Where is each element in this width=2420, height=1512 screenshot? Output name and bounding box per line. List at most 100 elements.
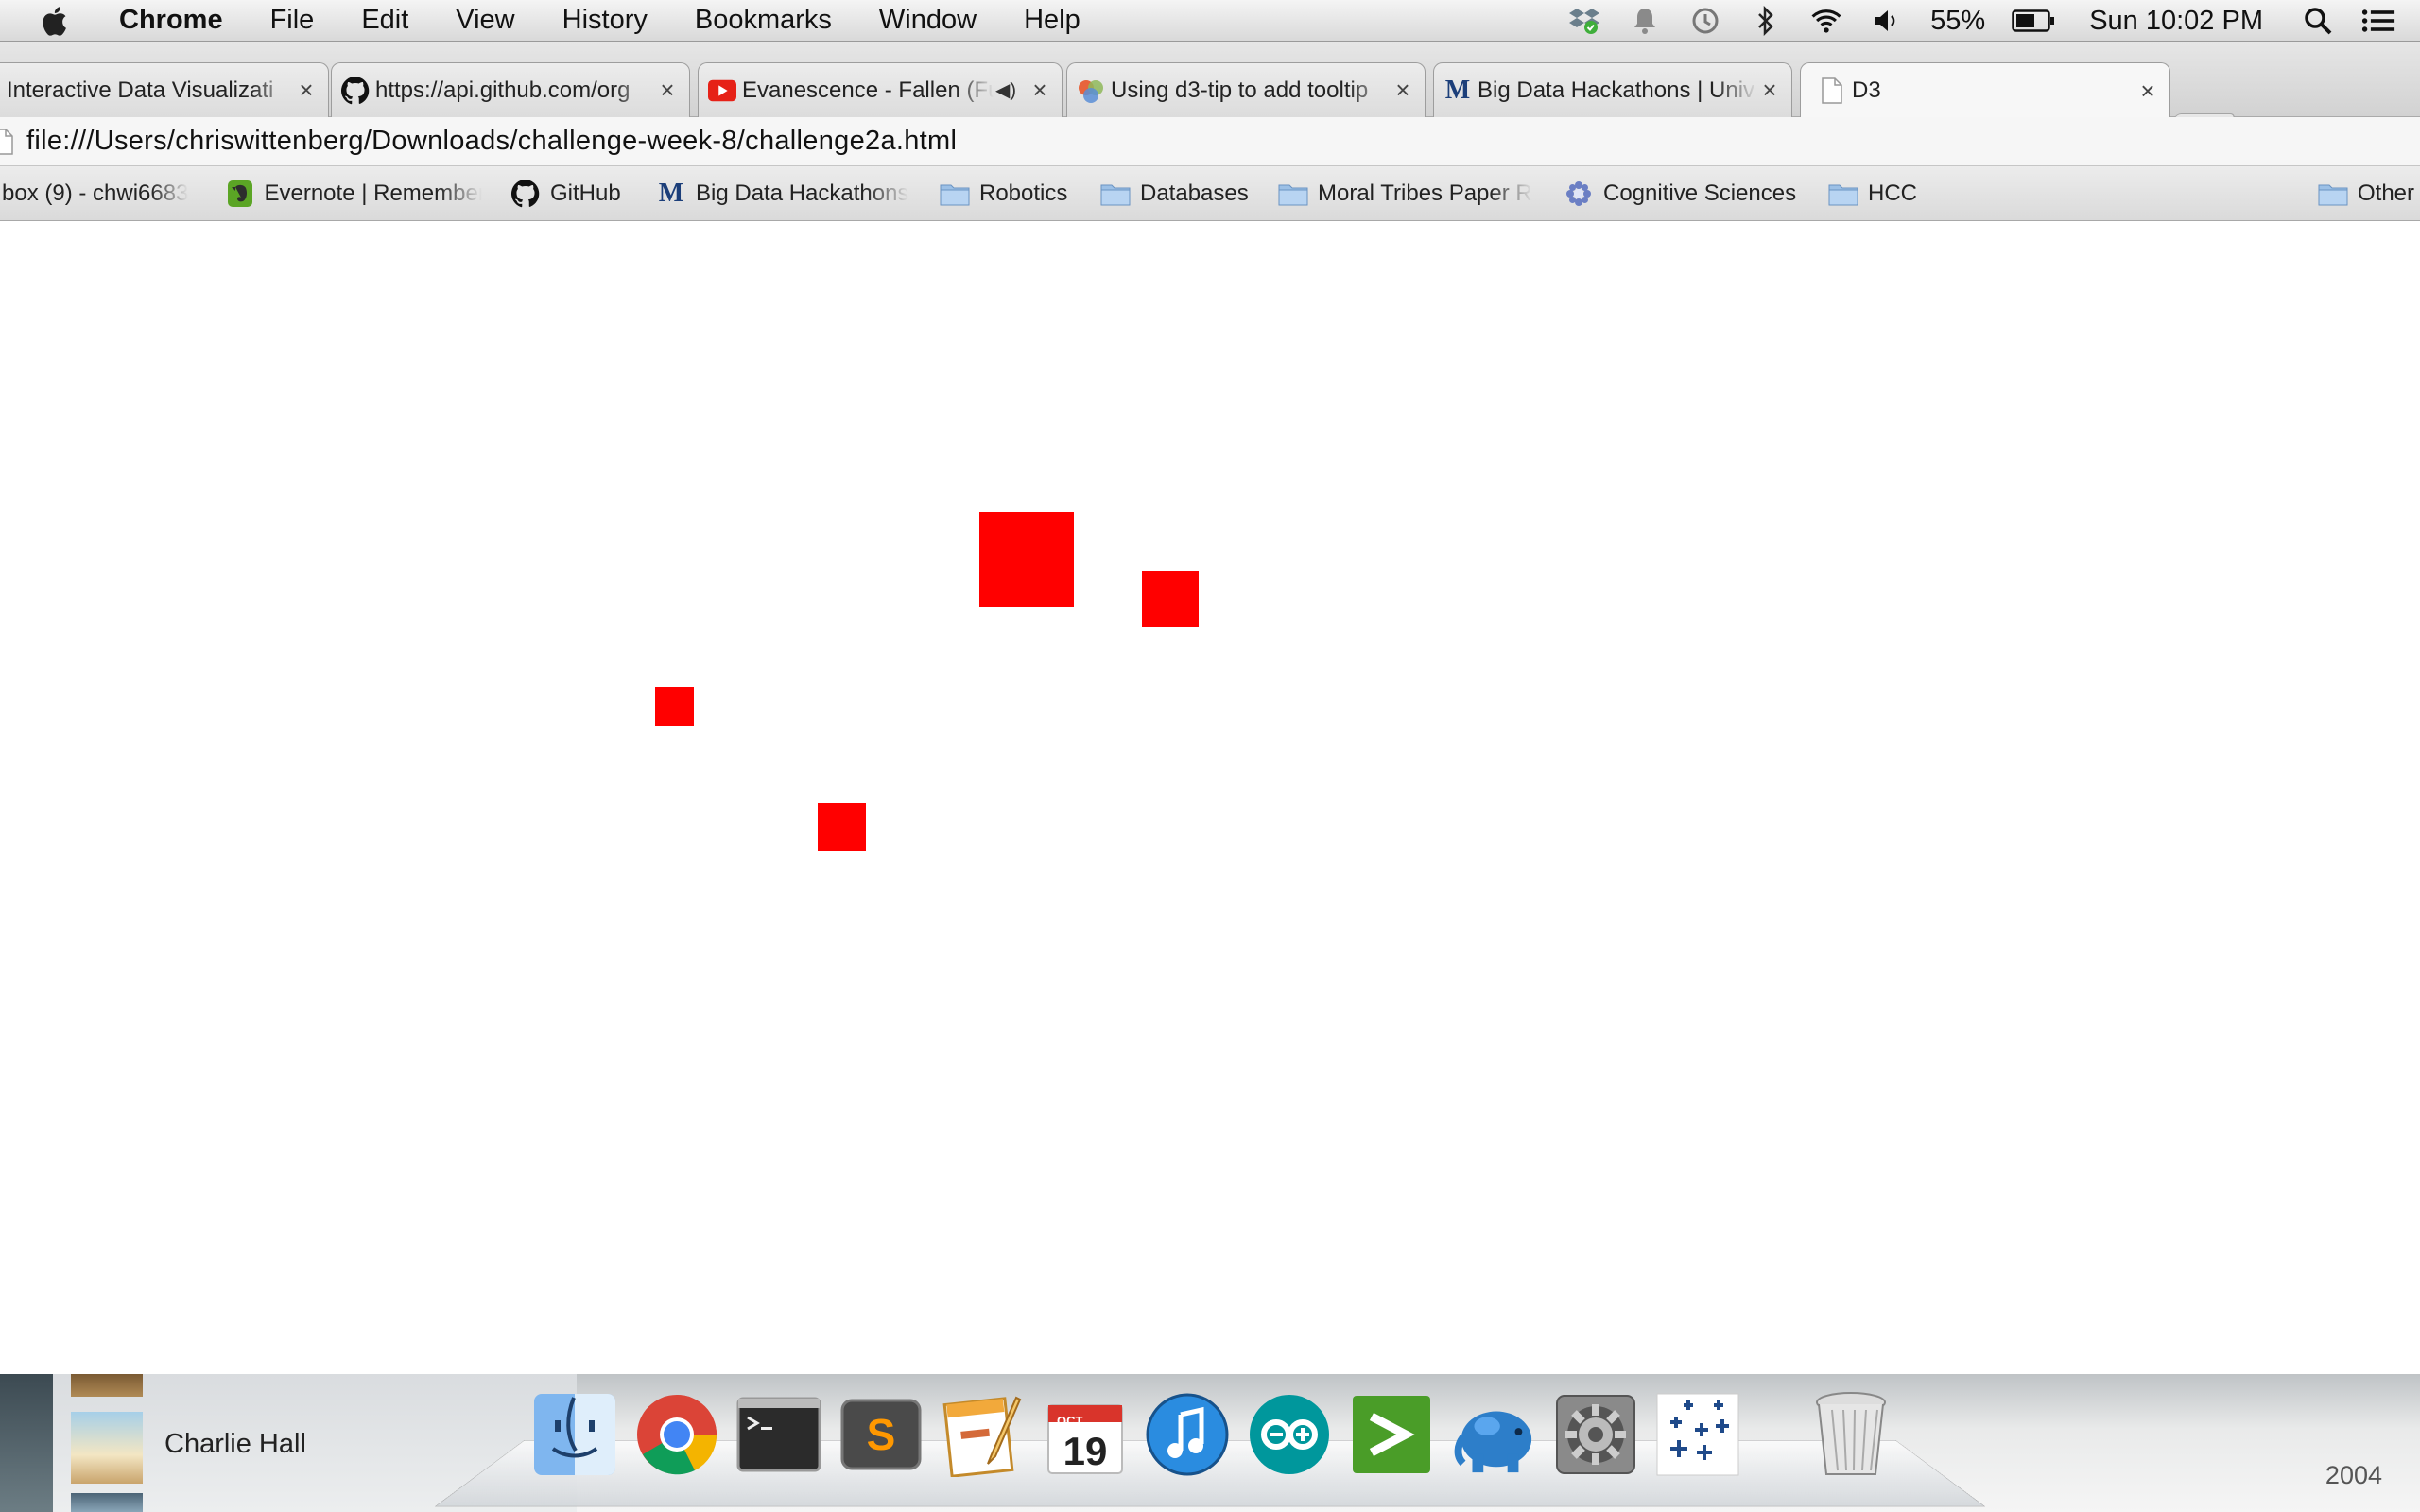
time-machine-icon[interactable] bbox=[1688, 4, 1722, 38]
bookmark-folder-databases[interactable]: Databases bbox=[1100, 166, 1249, 221]
tab-title: https://api.github.com/org bbox=[375, 77, 631, 103]
bookmark-cognitive-sciences[interactable]: Cognitive Sciences bbox=[1564, 166, 1796, 221]
battery-percent: 55% bbox=[1930, 5, 1986, 36]
bookmark-inbox[interactable]: box (9) - chwi6683 bbox=[2, 166, 197, 221]
bookmark-label: Cognitive Sciences bbox=[1603, 180, 1797, 206]
notification-center-icon[interactable] bbox=[2361, 4, 2395, 38]
bookmark-folder-moral-tribes[interactable]: Moral Tribes Paper R bbox=[1278, 166, 1537, 221]
folder-icon bbox=[1278, 180, 1308, 208]
tab-close-button[interactable]: × bbox=[1757, 76, 1782, 105]
bookmark-label: Big Data Hackathons bbox=[696, 180, 909, 206]
bookmark-github[interactable]: GitHub bbox=[510, 166, 621, 221]
battery-icon[interactable] bbox=[2012, 4, 2055, 38]
address-bar[interactable]: file:///Users/chriswittenberg/Downloads/… bbox=[0, 117, 2420, 166]
tab-evanescence-fallen[interactable]: Evanescence - Fallen (Fu ◀) × bbox=[698, 62, 1063, 117]
tab-title: Interactive Data Visualizati bbox=[7, 77, 274, 103]
tab-title: D3 bbox=[1852, 77, 1881, 103]
bookmark-label: Databases bbox=[1140, 180, 1249, 206]
tab-close-button[interactable]: × bbox=[655, 76, 680, 105]
menu-history[interactable]: History bbox=[539, 5, 671, 36]
menu-help[interactable]: Help bbox=[1000, 5, 1104, 36]
terminal-icon[interactable] bbox=[735, 1391, 822, 1478]
calendar-icon[interactable]: OCT 19 bbox=[1042, 1391, 1129, 1478]
dock-area: Charlie Hall S OCT 19 2004 bbox=[0, 1374, 2420, 1512]
folder-icon bbox=[1100, 180, 1131, 208]
page-icon bbox=[0, 128, 13, 155]
menu-view[interactable]: View bbox=[432, 5, 538, 36]
menu-file[interactable]: File bbox=[247, 5, 338, 36]
pages-icon[interactable] bbox=[940, 1391, 1027, 1478]
audio-playing-icon[interactable]: ◀) bbox=[994, 78, 1018, 102]
arduino-icon[interactable] bbox=[1246, 1391, 1333, 1478]
bookmark-label: Moral Tribes Paper R bbox=[1318, 180, 1532, 206]
tab-strip: Interactive Data Visualizati × https://a… bbox=[0, 42, 2420, 142]
tab-close-button[interactable]: × bbox=[294, 76, 319, 105]
bookmark-big-data-hackathons[interactable]: M Big Data Hackathons bbox=[656, 166, 913, 221]
calendar-month: OCT bbox=[1057, 1414, 1083, 1428]
prompt-icon[interactable] bbox=[1348, 1391, 1435, 1478]
sublime-text-icon[interactable]: S bbox=[838, 1391, 925, 1478]
sequel-pro-icon[interactable] bbox=[1450, 1391, 1537, 1478]
itunes-icon[interactable] bbox=[1144, 1391, 1231, 1478]
spotlight-icon[interactable] bbox=[2301, 4, 2335, 38]
tab-title: Evanescence - Fallen (Fu bbox=[742, 77, 994, 103]
finder-icon[interactable] bbox=[531, 1391, 618, 1478]
bookmark-folder-robotics[interactable]: Robotics bbox=[940, 166, 1067, 221]
menu-bar: Chrome File Edit View History Bookmarks … bbox=[0, 0, 2420, 42]
url-text[interactable]: file:///Users/chriswittenberg/Downloads/… bbox=[26, 126, 957, 157]
year-label: 2004 bbox=[2325, 1461, 2382, 1489]
volume-icon[interactable] bbox=[1870, 4, 1904, 38]
wifi-icon[interactable] bbox=[1809, 4, 1843, 38]
red-square bbox=[818, 803, 866, 851]
m-icon: M bbox=[1444, 75, 1471, 105]
bookmark-label: Robotics bbox=[979, 180, 1068, 206]
bookmark-label: Other bbox=[2358, 180, 2415, 206]
tab-d3[interactable]: D3 × bbox=[1800, 62, 2170, 118]
artist-name[interactable]: Charlie Hall bbox=[164, 1429, 306, 1460]
plus-grid-icon[interactable] bbox=[1654, 1391, 1741, 1478]
menu-bookmarks[interactable]: Bookmarks bbox=[671, 5, 856, 36]
notification-icon[interactable] bbox=[1628, 4, 1662, 38]
page-icon bbox=[1818, 77, 1846, 105]
m-icon: M bbox=[658, 179, 684, 208]
evernote-icon bbox=[225, 180, 254, 208]
d3-icon bbox=[1077, 77, 1105, 105]
bookmark-folder-other[interactable]: Other bbox=[2318, 166, 2414, 221]
tab-title: Big Data Hackathons | Univ bbox=[1478, 77, 1755, 103]
clock[interactable]: Sun 10:02 PM bbox=[2089, 6, 2263, 37]
trash-icon[interactable] bbox=[1807, 1391, 1894, 1478]
dropbox-icon[interactable] bbox=[1567, 4, 1601, 38]
tab-close-button[interactable]: × bbox=[2135, 77, 2160, 106]
github-icon bbox=[510, 180, 541, 208]
chrome-icon[interactable] bbox=[633, 1391, 720, 1478]
tab-close-button[interactable]: × bbox=[1391, 76, 1415, 105]
bookmark-evernote[interactable]: Evernote | Remember bbox=[225, 166, 482, 221]
red-square bbox=[979, 512, 1074, 607]
bookmark-folder-hcc[interactable]: HCC bbox=[1828, 166, 1917, 221]
tab-github-api[interactable]: https://api.github.com/org × bbox=[331, 62, 690, 117]
gear-flower-icon bbox=[1564, 180, 1594, 208]
tab-d3-tip-tooltips[interactable]: Using d3-tip to add tooltip × bbox=[1066, 62, 1426, 117]
bluetooth-icon[interactable] bbox=[1749, 4, 1783, 38]
tab-interactive-data-visualization[interactable]: Interactive Data Visualizati × bbox=[0, 62, 329, 117]
bookmark-label: GitHub bbox=[550, 180, 621, 206]
status-area: 55% Sun 10:02 PM bbox=[1554, 0, 2420, 42]
menu-app-chrome[interactable]: Chrome bbox=[102, 5, 247, 36]
red-square bbox=[1142, 571, 1199, 627]
menu-edit[interactable]: Edit bbox=[337, 5, 432, 36]
folder-icon bbox=[2318, 180, 2348, 208]
youtube-icon bbox=[708, 77, 736, 105]
album-art bbox=[71, 1374, 143, 1397]
github-icon bbox=[341, 76, 370, 105]
apple-logo-icon[interactable] bbox=[38, 3, 74, 39]
system-preferences-icon[interactable] bbox=[1552, 1391, 1639, 1478]
menu-window[interactable]: Window bbox=[856, 5, 1000, 36]
album-art[interactable] bbox=[71, 1412, 143, 1484]
folder-icon bbox=[940, 180, 970, 208]
red-square bbox=[655, 687, 694, 726]
calendar-day: 19 bbox=[1063, 1429, 1108, 1473]
bookmarks-bar: box (9) - chwi6683 Evernote | Remember G… bbox=[0, 166, 2420, 221]
folder-icon bbox=[1828, 180, 1858, 208]
tab-close-button[interactable]: × bbox=[1028, 76, 1052, 105]
tab-big-data-hackathons[interactable]: M Big Data Hackathons | Univ × bbox=[1433, 62, 1792, 117]
